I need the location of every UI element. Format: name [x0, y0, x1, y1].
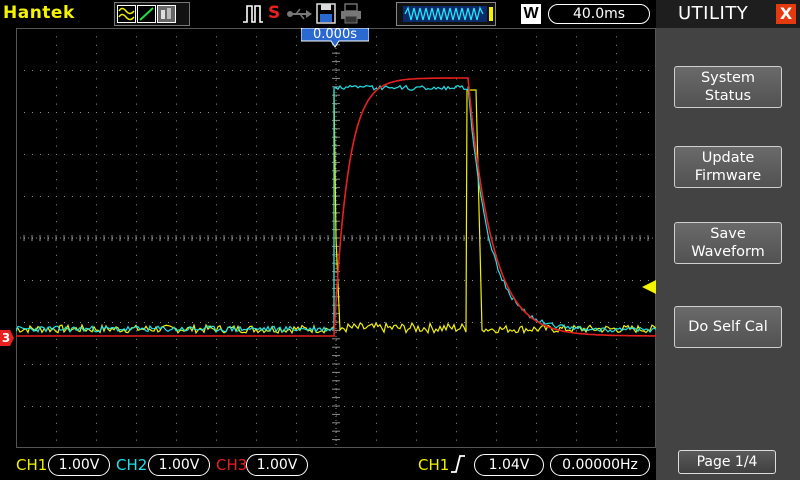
single-mode-indicator: S [268, 3, 281, 23]
button-label-line1: Update [701, 150, 755, 166]
trigger-position-marker[interactable]: 0.000s [301, 27, 369, 48]
printer-icon [340, 3, 362, 24]
page-indicator-button[interactable]: Page 1/4 [678, 450, 776, 474]
ch1-label: CH1 [16, 456, 48, 474]
button-label-line1: Do Self Cal [688, 319, 768, 335]
display-mode-icons [114, 2, 190, 26]
run-pulse-icon [242, 4, 264, 24]
close-icon[interactable]: X [776, 4, 796, 24]
ch3-ground-label: 3 [1, 331, 11, 345]
rising-edge-icon [450, 454, 466, 474]
button-label-line1: Save [710, 226, 746, 242]
save-waveform-button[interactable]: Save Waveform [674, 222, 782, 264]
usb-icon [286, 6, 312, 22]
ch2-label: CH2 [116, 456, 148, 474]
button-label-line1: System [700, 70, 756, 86]
persist-mode-icon [157, 5, 176, 23]
ch3-ground-marker[interactable]: 3 [0, 330, 14, 346]
ch3-scale[interactable]: 1.00V [246, 454, 308, 476]
xy-mode-icon [137, 5, 156, 23]
ch1-scale[interactable]: 1.00V [48, 454, 110, 476]
button-label-line2: Status [704, 88, 752, 104]
system-status-button[interactable]: System Status [674, 66, 782, 108]
button-label-line2: Waveform [691, 244, 765, 260]
trigger-frequency-readout: 0.00000Hz [550, 454, 650, 476]
window-mode-indicator: W [521, 4, 541, 24]
utility-menu-panel: UTILITY X System Status Update Firmware … [656, 0, 800, 480]
ch3-label: CH3 [216, 456, 248, 474]
timebase-readout: 40.0ms [548, 4, 650, 24]
panel-title: UTILITY [678, 3, 749, 24]
trigger-source-label: CH1 [418, 456, 450, 474]
waveform-memory-indicator [396, 2, 496, 26]
panel-header: UTILITY X [656, 0, 800, 28]
brand-logo: Hantek [3, 3, 75, 23]
vector-mode-icon [117, 5, 136, 23]
graticule [16, 28, 656, 448]
button-label-line2: Firmware [694, 168, 762, 184]
floppy-icon [316, 3, 336, 24]
trigger-level-marker[interactable] [642, 279, 656, 294]
ch2-scale[interactable]: 1.00V [148, 454, 210, 476]
do-self-cal-button[interactable]: Do Self Cal [674, 306, 782, 348]
update-firmware-button[interactable]: Update Firmware [674, 146, 782, 188]
trigger-position-label: 0.000s [313, 27, 357, 42]
bottom-status-bar: CH1 1.00V CH2 1.00V CH3 1.00V CH1 1.04V … [0, 448, 656, 480]
top-status-bar: Hantek S W 40.0ms [0, 0, 656, 28]
trigger-level-readout[interactable]: 1.04V [474, 454, 544, 476]
waveform-display [16, 28, 656, 448]
